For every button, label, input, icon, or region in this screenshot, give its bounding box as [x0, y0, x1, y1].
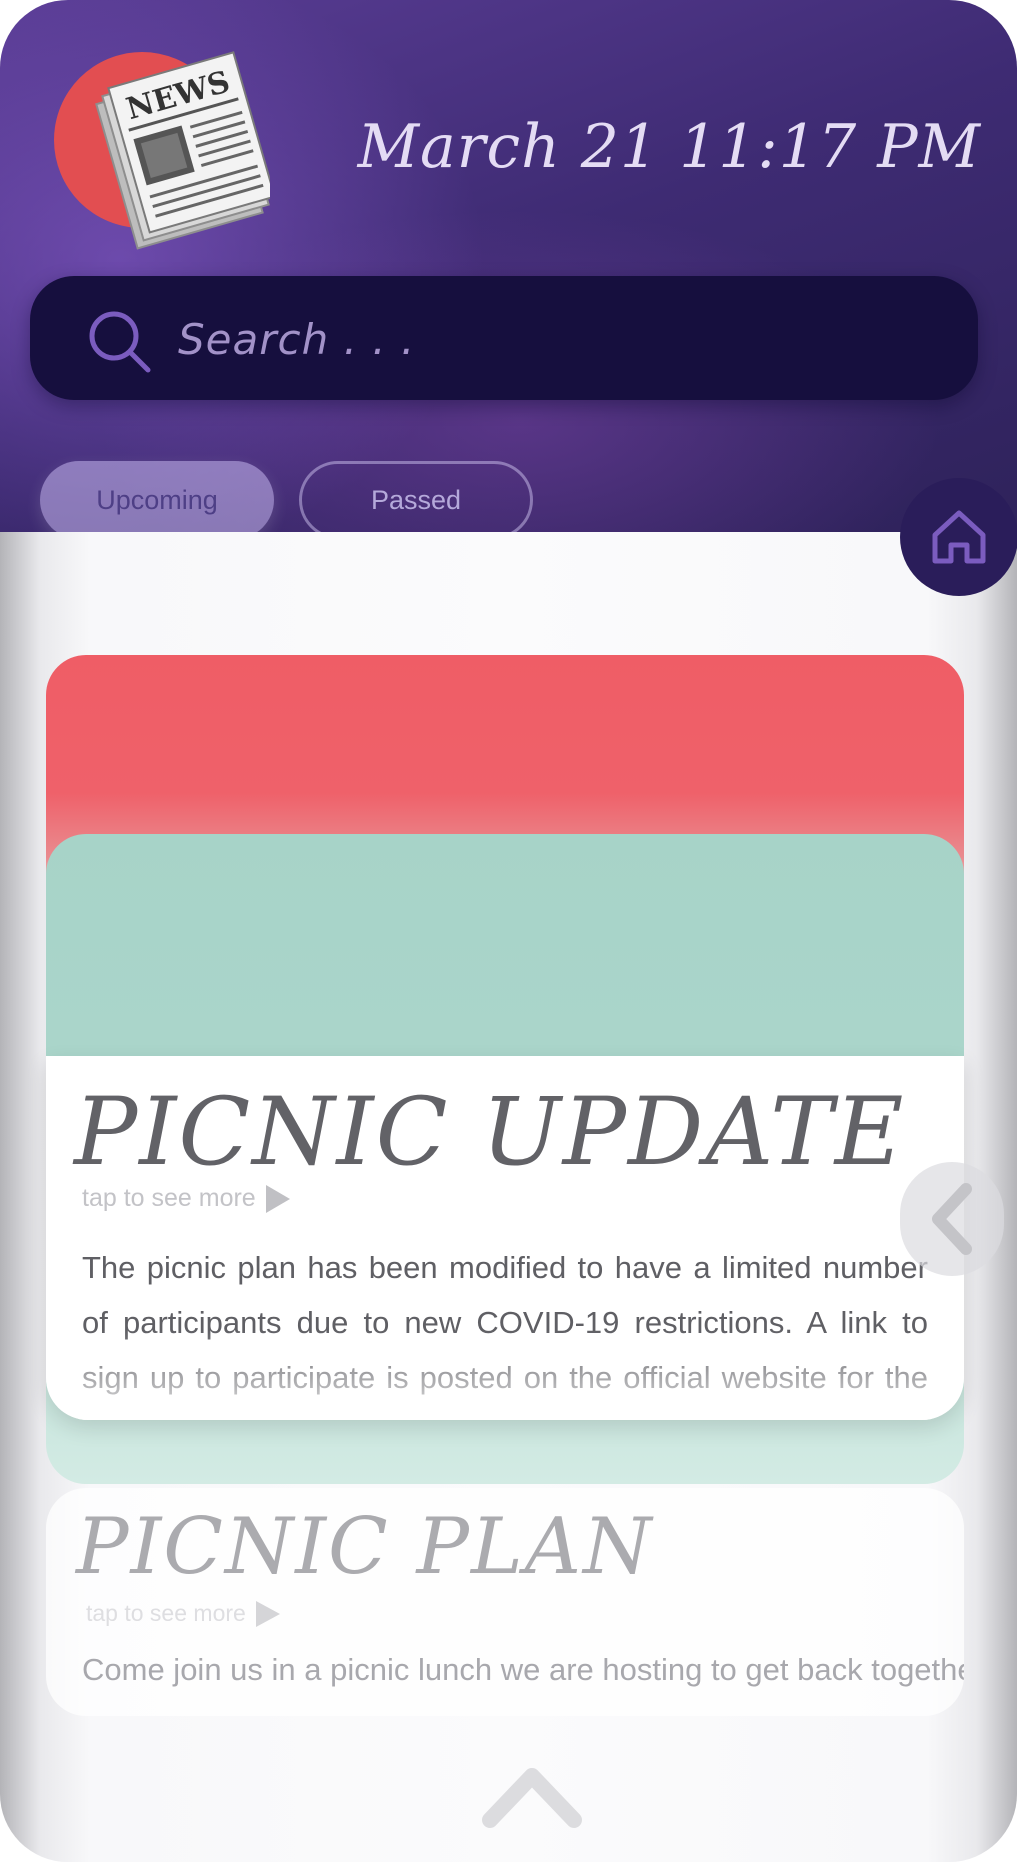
- card-title: PICNIC PLAN: [76, 1502, 654, 1592]
- card-body-text: Come join us in a picnic lunch we are ho…: [82, 1652, 964, 1687]
- text-fade: [46, 1330, 964, 1420]
- search-icon[interactable]: [84, 306, 154, 376]
- tab-upcoming[interactable]: Upcoming: [40, 461, 274, 539]
- chevron-up-icon[interactable]: [480, 1762, 584, 1832]
- tap-to-see-more[interactable]: tap to see more: [82, 1184, 290, 1213]
- home-icon: [932, 510, 986, 564]
- news-card-featured[interactable]: PICNIC UPDATE tap to see more The picnic…: [46, 1056, 964, 1420]
- play-arrow-icon: [265, 1184, 290, 1213]
- search-input[interactable]: [176, 298, 940, 380]
- play-arrow-icon: [255, 1600, 280, 1627]
- news-logo: NEWS: [54, 51, 270, 250]
- news-card-next[interactable]: PICNIC PLAN tap to see more Come join us…: [46, 1488, 964, 1716]
- tap-to-see-more[interactable]: tap to see more: [86, 1600, 280, 1627]
- tap-hint-label: tap to see more: [86, 1600, 246, 1626]
- tab-passed[interactable]: Passed: [299, 461, 533, 539]
- card-title: PICNIC UPDATE: [74, 1078, 906, 1187]
- search-bar[interactable]: [30, 276, 978, 400]
- phone-screen: NEWS March 21 11:17 PM Upcomi: [0, 0, 1017, 1862]
- chevron-left-icon: [932, 1183, 972, 1255]
- date-time: March 21 11:17 PM: [357, 112, 981, 182]
- home-button[interactable]: [900, 478, 1017, 596]
- previous-card-button[interactable]: [900, 1162, 1004, 1276]
- header: NEWS March 21 11:17 PM Upcomi: [0, 0, 1017, 600]
- tap-hint-label: tap to see more: [82, 1184, 256, 1212]
